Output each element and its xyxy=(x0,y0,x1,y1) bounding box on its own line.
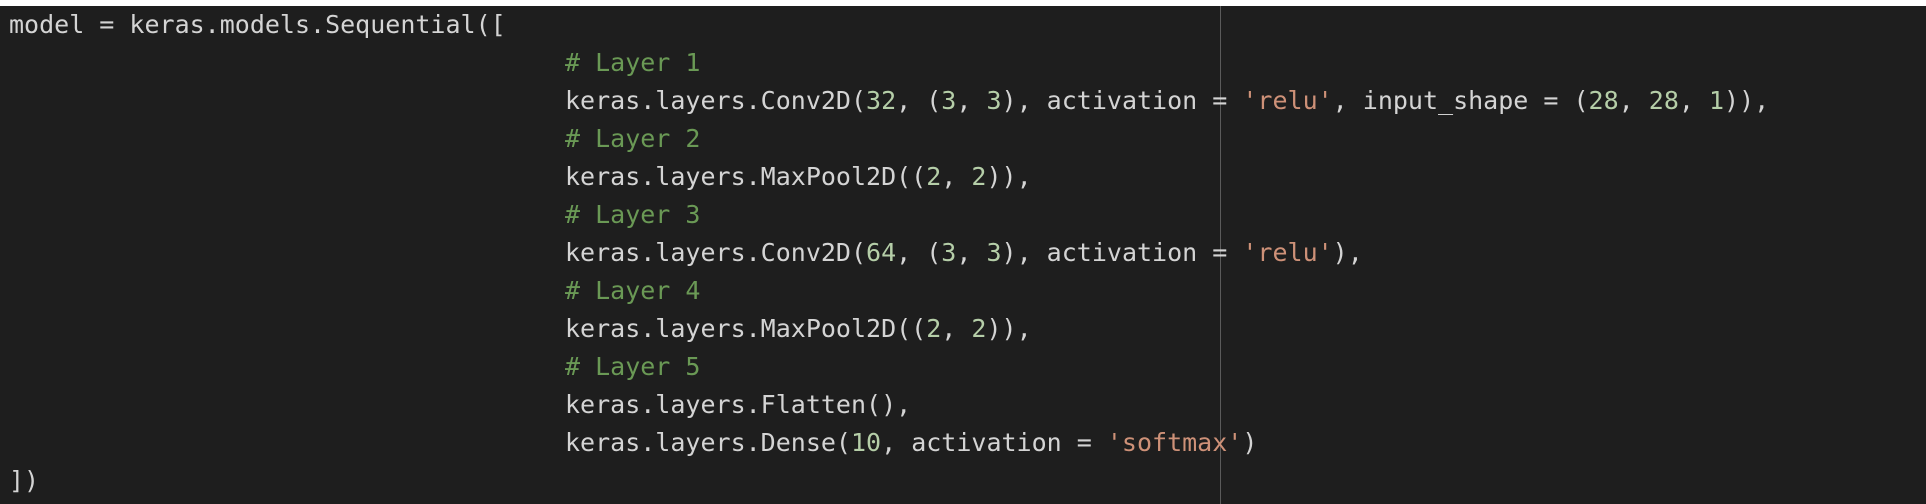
code-token: ), activation = xyxy=(1001,86,1243,115)
code-token: , ( xyxy=(896,238,942,267)
code-token: , activation = xyxy=(881,428,1107,457)
number-literal: 1 xyxy=(1708,86,1725,115)
code-token: )), xyxy=(986,314,1032,343)
number-literal: 3 xyxy=(941,238,957,267)
code-token: , xyxy=(956,238,987,267)
code-token: keras.layers.Dense( xyxy=(565,428,851,457)
code-token: , xyxy=(1618,86,1649,115)
code-line-4: # Layer 2 xyxy=(565,120,700,158)
code-token: , xyxy=(1678,86,1709,115)
number-literal: 64 xyxy=(866,238,897,267)
code-line-10: # Layer 5 xyxy=(565,348,700,386)
code-token: )), xyxy=(1724,86,1770,115)
code-token: ), xyxy=(1332,238,1363,267)
code-line-11: keras.layers.Flatten(), xyxy=(565,386,911,424)
code-token: keras.layers.MaxPool2D(( xyxy=(565,162,927,191)
code-line-9: keras.layers.MaxPool2D((2, 2)), xyxy=(565,310,1032,348)
code-token: , xyxy=(956,86,987,115)
code-line-12: keras.layers.Dense(10, activation = 'sof… xyxy=(565,424,1257,462)
code-line-2: # Layer 1 xyxy=(565,44,700,82)
code-token: ) xyxy=(1242,428,1258,457)
code-comment: # Layer 4 xyxy=(565,276,701,305)
code-line-3: keras.layers.Conv2D(32, (3, 3), activati… xyxy=(565,82,1769,120)
code-token: , input_shape = ( xyxy=(1332,86,1589,115)
number-literal: 2 xyxy=(971,314,987,343)
number-literal: 2 xyxy=(971,162,987,191)
number-literal: 3 xyxy=(941,86,957,115)
code-comment: # Layer 5 xyxy=(565,352,701,381)
code-token: keras.layers.Flatten(), xyxy=(565,390,912,419)
code-editor[interactable]: model = keras.models.Sequential([ # Laye… xyxy=(0,6,1926,504)
code-token: keras.layers.Conv2D( xyxy=(565,86,867,115)
code-token: , ( xyxy=(896,86,942,115)
string-literal: 'softmax' xyxy=(1106,428,1243,457)
code-line-13: ]) xyxy=(9,462,39,500)
code-comment: # Layer 2 xyxy=(565,124,701,153)
code-token: ]) xyxy=(9,466,40,495)
number-literal: 2 xyxy=(926,162,942,191)
code-token: )), xyxy=(986,162,1032,191)
number-literal: 28 xyxy=(1648,86,1679,115)
number-literal: 28 xyxy=(1588,86,1619,115)
number-literal: 2 xyxy=(926,314,942,343)
string-literal: 'relu' xyxy=(1242,86,1333,115)
code-line-1: model = keras.models.Sequential([ xyxy=(9,6,506,44)
code-token: , xyxy=(941,314,972,343)
code-line-6: # Layer 3 xyxy=(565,196,700,234)
number-literal: 32 xyxy=(866,86,897,115)
code-token: keras.layers.MaxPool2D(( xyxy=(565,314,927,343)
code-token: , xyxy=(941,162,972,191)
code-token: model = keras.models.Sequential([ xyxy=(9,10,506,39)
number-literal: 10 xyxy=(850,428,882,457)
code-comment: # Layer 1 xyxy=(565,48,701,77)
code-token: keras.layers.Conv2D( xyxy=(565,238,867,267)
code-token: ), activation = xyxy=(1001,238,1243,267)
number-literal: 3 xyxy=(986,238,1002,267)
code-line-5: keras.layers.MaxPool2D((2, 2)), xyxy=(565,158,1032,196)
code-comment: # Layer 3 xyxy=(565,200,701,229)
code-line-8: # Layer 4 xyxy=(565,272,700,310)
number-literal: 3 xyxy=(986,86,1002,115)
code-line-7: keras.layers.Conv2D(64, (3, 3), activati… xyxy=(565,234,1363,272)
string-literal: 'relu' xyxy=(1242,238,1333,267)
